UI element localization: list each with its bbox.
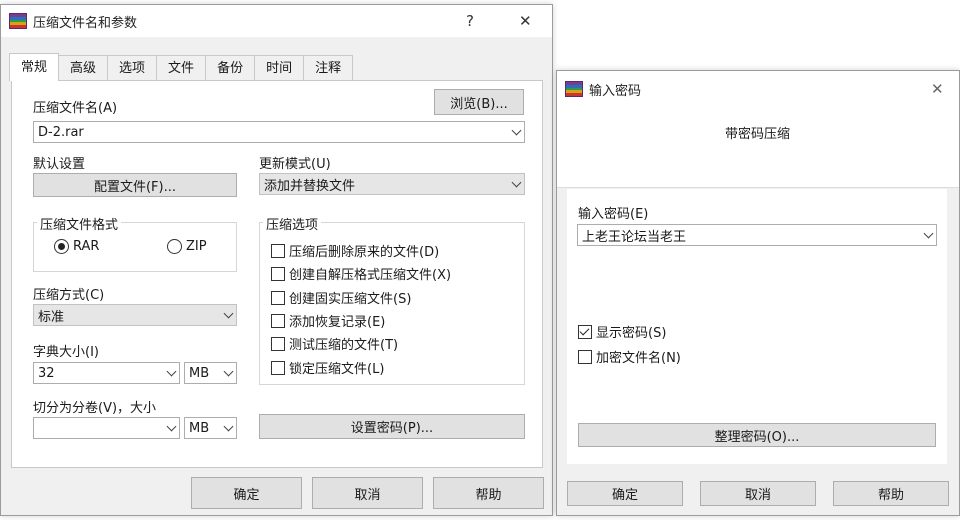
- tab-general[interactable]: 常规: [9, 53, 60, 81]
- password-value: 上老王论坛当老王: [582, 229, 687, 245]
- tab-files[interactable]: 文件: [156, 55, 207, 81]
- close-icon[interactable]: ✕: [931, 80, 944, 98]
- checkbox-unchecked-icon: [271, 336, 285, 351]
- compression-method-label: 压缩方式(C): [33, 288, 105, 303]
- dictionary-size-label: 字典大小(I): [33, 345, 99, 360]
- update-mode-label: 更新模式(U): [259, 157, 331, 172]
- tab-backup[interactable]: 备份: [205, 55, 256, 81]
- compression-method-value: 标准: [38, 309, 65, 325]
- update-mode-select[interactable]: 添加并替换文件: [259, 173, 525, 195]
- header-divider: [557, 187, 959, 188]
- checkbox-unchecked-icon: [578, 349, 592, 364]
- tab-options[interactable]: 选项: [107, 55, 158, 81]
- option-label: 添加恢复记录(E): [289, 315, 386, 330]
- chevron-down-icon: [920, 225, 936, 245]
- option-sfx-checkbox[interactable]: 创建自解压格式压缩文件(X): [271, 264, 451, 283]
- checkbox-unchecked-icon: [271, 243, 285, 258]
- option-lock-checkbox[interactable]: 锁定压缩文件(L): [271, 358, 384, 377]
- option-label: 创建自解压格式压缩文件(X): [289, 268, 452, 283]
- ok-button[interactable]: 确定: [191, 477, 302, 509]
- archive-name-value: D-2.rar: [38, 124, 84, 140]
- dictionary-size-combo[interactable]: 32: [33, 362, 180, 384]
- format-rar-label: RAR: [73, 239, 100, 254]
- organize-passwords-button[interactable]: 整理密码(O)...: [578, 423, 936, 447]
- tab-advanced[interactable]: 高级: [58, 55, 109, 81]
- split-volumes-label: 切分为分卷(V)，大小: [33, 401, 157, 416]
- password-help-button[interactable]: 帮助: [833, 481, 949, 506]
- password-titlebar: 输入密码 ✕: [557, 71, 959, 107]
- option-label: 测试压缩的文件(T): [289, 338, 399, 353]
- checkbox-unchecked-icon: [271, 360, 285, 375]
- format-zip-radio[interactable]: ZIP: [167, 239, 207, 254]
- archive-format-title: 压缩文件格式: [37, 214, 122, 233]
- dictionary-unit-select[interactable]: MB: [184, 362, 237, 384]
- cancel-button[interactable]: 取消: [312, 477, 423, 509]
- password-combo[interactable]: 上老王论坛当老王: [577, 224, 937, 246]
- password-heading: 带密码压缩: [725, 127, 791, 142]
- tab-comment[interactable]: 注释: [303, 55, 354, 81]
- option-label: 锁定压缩文件(L): [289, 362, 385, 377]
- password-header-pane: [557, 107, 959, 187]
- password-cancel-button[interactable]: 取消: [700, 481, 816, 506]
- compression-options-title: 压缩选项: [263, 214, 322, 233]
- option-recovery-record-checkbox[interactable]: 添加恢复记录(E): [271, 311, 385, 330]
- chevron-down-icon: [220, 305, 236, 325]
- winrar-app-icon: [9, 13, 27, 29]
- password-dialog-title: 输入密码: [589, 83, 642, 99]
- split-volumes-combo[interactable]: [33, 417, 180, 439]
- password-ok-button[interactable]: 确定: [567, 481, 683, 506]
- archive-name-and-parameters-dialog: 压缩文件名和参数 ? ✕ 常规 高级 选项 文件 备份 时间 注释 压缩文件名(…: [0, 4, 553, 516]
- checkbox-unchecked-icon: [271, 290, 285, 305]
- help-question-icon[interactable]: ?: [466, 12, 474, 30]
- option-label: 创建固实压缩文件(S): [289, 292, 412, 307]
- archive-name-label: 压缩文件名(A): [33, 101, 118, 116]
- checkbox-unchecked-icon: [271, 313, 285, 328]
- compression-method-select[interactable]: 标准: [33, 304, 237, 326]
- checkbox-checked-icon: [578, 324, 592, 339]
- chevron-down-icon: [220, 363, 236, 383]
- split-unit-value: MB: [189, 420, 210, 436]
- enter-password-dialog: 输入密码 ✕ 带密码压缩 输入密码(E) 上老王论坛当老王 显示密码(S) 加密…: [556, 70, 960, 516]
- chevron-down-icon: [508, 122, 524, 142]
- browse-button[interactable]: 浏览(B)...: [434, 89, 524, 115]
- chevron-down-icon: [220, 418, 236, 438]
- general-tab-panel: 压缩文件名(A) 浏览(B)... D-2.rar 默认设置 配置文件(F)..…: [11, 80, 543, 468]
- option-solid-checkbox[interactable]: 创建固实压缩文件(S): [271, 288, 411, 307]
- main-dialog-title: 压缩文件名和参数: [33, 15, 138, 31]
- radio-selected-icon: [54, 239, 69, 254]
- checkbox-unchecked-icon: [271, 266, 285, 281]
- dictionary-unit-value: MB: [189, 365, 210, 381]
- tab-strip: 常规 高级 选项 文件 备份 时间 注释: [9, 53, 354, 81]
- chevron-down-icon: [163, 418, 179, 438]
- tab-time[interactable]: 时间: [254, 55, 305, 81]
- radio-unselected-icon: [167, 239, 182, 254]
- default-settings-label: 默认设置: [33, 157, 86, 172]
- format-zip-label: ZIP: [186, 239, 207, 254]
- option-test-checkbox[interactable]: 测试压缩的文件(T): [271, 334, 398, 353]
- split-unit-select[interactable]: MB: [184, 417, 237, 439]
- chevron-down-icon: [163, 363, 179, 383]
- help-button[interactable]: 帮助: [433, 477, 544, 509]
- close-icon[interactable]: ✕: [519, 12, 532, 30]
- winrar-app-icon: [565, 81, 583, 97]
- option-label: 压缩后删除原来的文件(D): [289, 245, 440, 260]
- profiles-button[interactable]: 配置文件(F)...: [33, 173, 237, 197]
- archive-name-combo[interactable]: D-2.rar: [33, 121, 525, 143]
- encrypt-file-names-label: 加密文件名(N): [596, 351, 681, 366]
- encrypt-file-names-checkbox[interactable]: 加密文件名(N): [578, 347, 681, 366]
- enter-password-label: 输入密码(E): [578, 207, 649, 222]
- show-password-label: 显示密码(S): [596, 326, 667, 341]
- chevron-down-icon: [508, 174, 524, 194]
- update-mode-value: 添加并替换文件: [264, 178, 356, 194]
- dictionary-size-value: 32: [38, 365, 55, 381]
- format-rar-radio[interactable]: RAR: [54, 239, 99, 254]
- main-titlebar: 压缩文件名和参数 ? ✕: [1, 5, 552, 37]
- show-password-checkbox[interactable]: 显示密码(S): [578, 322, 666, 341]
- option-delete-after-checkbox[interactable]: 压缩后删除原来的文件(D): [271, 241, 439, 260]
- set-password-button[interactable]: 设置密码(P)...: [259, 414, 525, 439]
